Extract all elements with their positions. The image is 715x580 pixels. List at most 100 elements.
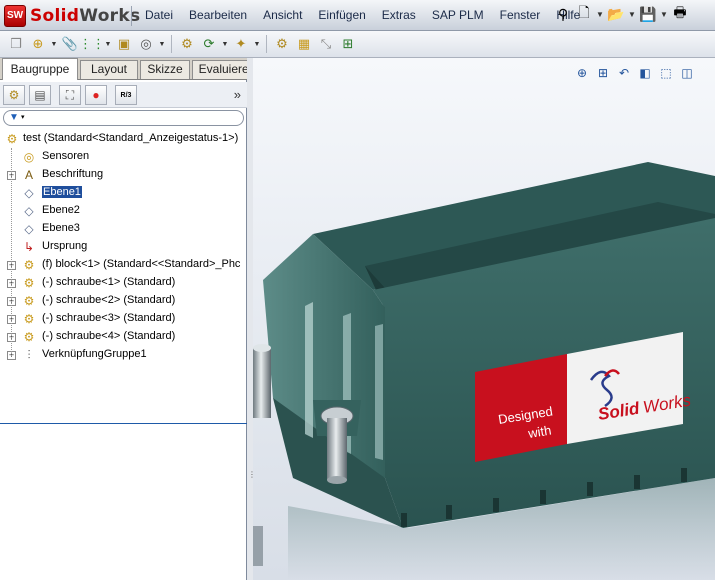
featuremanager-icon[interactable]: ⚙: [3, 85, 25, 105]
tree-item[interactable]: + ⚙ (-) schraube<1> (Standard): [0, 274, 247, 292]
menu-einf-gen[interactable]: Einfügen: [310, 0, 373, 31]
reference-geometry-icon[interactable]: ▦: [294, 34, 314, 54]
edge-highlight: [305, 302, 313, 438]
edge-highlight: [375, 324, 383, 460]
tree-item-label: (-) schraube<4> (Standard): [42, 330, 176, 342]
filter-dropdown-icon[interactable]: ▾: [21, 113, 25, 121]
menu-bearbeiten[interactable]: Bearbeiten: [181, 0, 255, 31]
explode-icon[interactable]: ◎: [136, 34, 156, 54]
tree-item[interactable]: + A Beschriftung: [0, 166, 247, 184]
command-toolbar: ❒ ⊕ ▼ 📎 ⋮⋮ ▼ ▣ ◎ ▼ ⚙ ⟳ ▼ ✦ ▼ ⚙ ▦ ⤡ ⊞: [0, 31, 715, 58]
tree-item-label: (-) schraube<1> (Standard): [42, 276, 176, 288]
tab-skizze[interactable]: Skizze: [140, 60, 190, 79]
new-document-icon[interactable]: 🗋: [575, 4, 593, 24]
heads-up-view-toolbar: ⊕ ⊞ ↶ ◧ ⬚ ◫: [573, 64, 696, 82]
tab-baugruppe[interactable]: Baugruppe: [2, 58, 78, 80]
tree-connector-line: [11, 148, 12, 356]
save-icon[interactable]: 💾: [639, 4, 657, 24]
tree-filter[interactable]: ▼ ▾: [3, 110, 244, 126]
brand-name: SolidWorks: [30, 5, 141, 26]
manager-tabs: ⚙ ▤ ⛶ ● R/3 »: [0, 82, 247, 108]
smart-mate-dropdown[interactable]: ▼: [104, 41, 112, 48]
render-label: R/3: [120, 91, 132, 99]
tree-item[interactable]: ◎ Sensoren: [0, 148, 247, 166]
tree-item[interactable]: ◇ Ebene2: [0, 202, 247, 220]
feature-tree: ⚙ test (Standard<Standard_Anzeigestatus-1…: [0, 130, 247, 364]
smart-mate-icon[interactable]: ⋮⋮: [79, 34, 105, 54]
tree-item-label: (-) schraube<3> (Standard): [42, 312, 176, 324]
open-folder-dropdown[interactable]: ▼: [628, 4, 636, 24]
pin-icon[interactable]: ⚲: [554, 4, 572, 24]
tree-item[interactable]: ◇ Ebene1: [0, 184, 247, 202]
component-icon[interactable]: ❒: [6, 34, 26, 54]
open-folder-icon[interactable]: 📂: [607, 4, 625, 24]
zoom-area-icon[interactable]: ⊞: [594, 64, 612, 82]
mates-icon: ⫶: [27, 347, 31, 362]
menu-ansicht[interactable]: Ansicht: [255, 0, 310, 31]
view-orientation-icon[interactable]: ⬚: [657, 64, 675, 82]
linear-pattern-icon[interactable]: ⚙: [177, 34, 197, 54]
assembly-feature-dropdown[interactable]: ▼: [253, 41, 261, 48]
menu-extras[interactable]: Extras: [374, 0, 424, 31]
insert-component-dropdown[interactable]: ▼: [50, 41, 58, 48]
filter-icon: ▼: [9, 112, 19, 123]
display-style-icon[interactable]: ◫: [678, 64, 696, 82]
tree-item[interactable]: + ⚙ (-) schraube<4> (Standard): [0, 328, 247, 346]
tree-item-label: Sensoren: [42, 150, 90, 162]
tree-item[interactable]: + ⚙ (f) block<1> (Standard<<Standard>_Phc: [0, 256, 247, 274]
tree-rollback-bar[interactable]: [0, 423, 247, 424]
menu-fenster[interactable]: Fenster: [492, 0, 549, 31]
plane-icon: ◇: [24, 186, 34, 200]
move-component-icon[interactable]: ▣: [114, 34, 134, 54]
graphics-area[interactable]: Designed with Solid Works ⊕ ⊞ ↶ ◧ ⬚ ◫: [253, 58, 715, 580]
tree-item[interactable]: + ⫶ VerknüpfungGruppe1: [0, 346, 247, 364]
tree-item[interactable]: ◇ Ebene3: [0, 220, 247, 238]
zoom-to-fit-icon[interactable]: ⊕: [573, 64, 591, 82]
tab-layout[interactable]: Layout: [80, 60, 138, 79]
assembly-feature-icon[interactable]: ✦: [231, 34, 251, 54]
insert-component-icon[interactable]: ⊕: [28, 34, 48, 54]
assembly-model[interactable]: Designed with Solid Works: [253, 58, 715, 580]
tree-item-label: test (Standard<Standard_Anzeigestatus-1>…: [23, 132, 239, 144]
interference-icon[interactable]: ⤡: [316, 34, 336, 54]
splitter-grip-icon[interactable]: ⋮: [248, 470, 256, 494]
propertymanager-icon[interactable]: ▤: [29, 85, 51, 105]
menu-datei[interactable]: Datei: [137, 0, 181, 31]
appearance-icon[interactable]: ●: [85, 85, 107, 105]
toolbar-separator: [266, 35, 267, 53]
print-icon[interactable]: 🖶: [671, 4, 689, 24]
bill-of-materials-icon[interactable]: ⚙: [272, 34, 292, 54]
tree-item-label: Ebene2: [42, 204, 80, 216]
origin-icon: ↳: [23, 240, 35, 254]
tree-item[interactable]: ⚙ test (Standard<Standard_Anzeigestatus-1…: [0, 130, 247, 148]
paperclip-mate-icon[interactable]: 📎: [60, 34, 80, 54]
rotate-dropdown[interactable]: ▼: [221, 41, 229, 48]
tree-item[interactable]: ↳ Ursprung: [0, 238, 247, 256]
part-icon: ⚙: [23, 312, 35, 326]
measure-icon[interactable]: ⊞: [338, 34, 358, 54]
render-icon[interactable]: R/3: [115, 85, 137, 105]
annotation-icon: A: [24, 168, 33, 182]
assembly-icon: ⚙: [6, 132, 18, 146]
tree-item[interactable]: + ⚙ (-) schraube<2> (Standard): [0, 292, 247, 310]
part-icon: ⚙: [23, 330, 35, 344]
bolt-reflection: [253, 526, 263, 566]
configurationmanager-icon[interactable]: ⛶: [59, 85, 81, 105]
explode-dropdown[interactable]: ▼: [158, 41, 166, 48]
main-menu: Datei Bearbeiten Ansicht Einfügen Extras SAP …: [137, 0, 588, 31]
tree-item[interactable]: + ⚙ (-) schraube<3> (Standard): [0, 310, 247, 328]
menu-sap-plm[interactable]: SAP PLM: [424, 0, 492, 31]
tree-item-label: Ursprung: [42, 240, 88, 252]
collapse-panel-button[interactable]: »: [234, 87, 241, 102]
tree-item-label: VerknüpfungGruppe1: [42, 348, 147, 360]
save-dropdown[interactable]: ▼: [660, 4, 668, 24]
tree-item-label: Beschriftung: [42, 168, 104, 180]
section-view-icon[interactable]: ◧: [636, 64, 654, 82]
previous-view-icon[interactable]: ↶: [615, 64, 633, 82]
solidworks-logo[interactable]: SW SolidWorks: [4, 4, 140, 27]
rotate-icon[interactable]: ⟳: [199, 34, 219, 54]
command-manager-tabs: Baugruppe Layout Skizze Evaluieren: [0, 58, 262, 80]
tree-item-label: (f) block<1> (Standard<<Standard>_Phc: [42, 258, 241, 270]
solidworks-logo-icon: SW: [4, 4, 26, 27]
new-document-dropdown[interactable]: ▼: [596, 4, 604, 24]
